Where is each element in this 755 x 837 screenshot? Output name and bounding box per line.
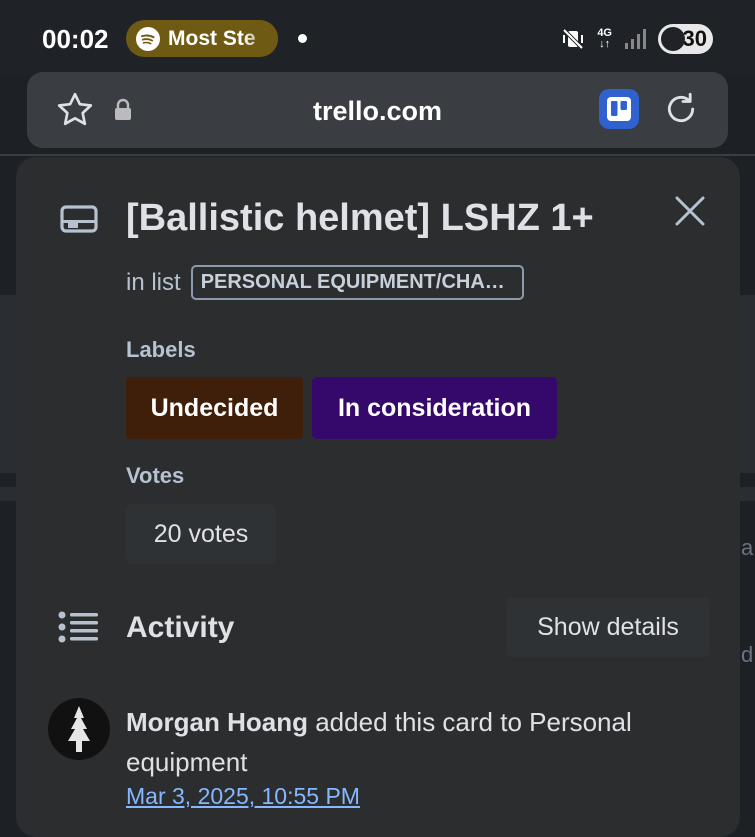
votes-heading: Votes <box>126 463 185 488</box>
labels-heading: Labels <box>126 337 196 362</box>
network-indicator: 4G ↓↑ <box>597 28 612 50</box>
avatar[interactable] <box>48 698 110 760</box>
network-activity: ↓↑ <box>599 38 611 50</box>
card-title[interactable]: [Ballistic helmet] LSHZ 1+ <box>126 197 594 240</box>
spotify-icon <box>136 26 160 51</box>
notification-dot <box>298 34 307 43</box>
activity-date-link[interactable]: Mar 3, 2025, 10:55 PM <box>126 783 360 810</box>
close-icon[interactable] <box>670 191 710 231</box>
vibrate-mute-icon <box>562 28 584 50</box>
in-list-prefix: in list <box>126 268 181 296</box>
battery-indicator: 30 <box>658 24 713 54</box>
battery-level: 30 <box>682 26 707 51</box>
toolbar-divider <box>0 154 755 156</box>
list-name-chip[interactable]: PERSONAL EQUIPMENT/CHA… <box>190 265 524 300</box>
browser-url-bar[interactable]: trello.com <box>27 72 728 148</box>
activity-list-icon <box>58 611 98 643</box>
label-undecided[interactable]: Undecided <box>126 377 303 439</box>
card-list-info: in list PERSONAL EQUIPMENT/CHA… <box>126 265 524 300</box>
activity-user[interactable]: Morgan Hoang <box>126 707 308 737</box>
media-label: Most Ste <box>168 26 256 50</box>
trello-app-icon[interactable] <box>599 89 639 129</box>
background-fragment: a <box>741 535 754 560</box>
background-fragment: d <box>741 642 754 667</box>
media-playing-pill[interactable]: Most Ste <box>126 20 278 57</box>
status-bar: 00:02 Most Ste 4G ↓↑ 30 <box>0 0 755 76</box>
activity-entry-text: Morgan Hoang added this card to Personal… <box>126 702 706 782</box>
reload-icon[interactable] <box>661 89 701 129</box>
card-icon <box>60 205 98 233</box>
status-time: 00:02 <box>42 24 109 54</box>
card-detail-modal: [Ballistic helmet] LSHZ 1+ in list PERSO… <box>16 157 740 837</box>
battery-saver-icon <box>661 27 685 51</box>
activity-heading: Activity <box>126 611 235 644</box>
label-in-consideration[interactable]: In consideration <box>312 377 557 439</box>
show-details-button[interactable]: Show details <box>506 597 710 657</box>
trello-logo-icon <box>607 97 631 121</box>
signal-icon <box>625 29 646 49</box>
tree-avatar-icon <box>68 706 90 752</box>
votes-button[interactable]: 20 votes <box>126 504 276 564</box>
status-icons: 4G ↓↑ 30 <box>561 24 713 54</box>
